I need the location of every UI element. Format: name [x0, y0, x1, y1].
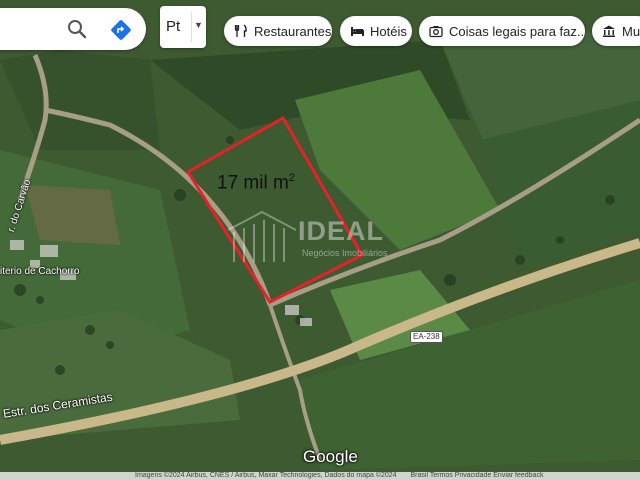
- layer-toggle-divider: [191, 12, 192, 42]
- parcel-area-value: 17 mil m: [217, 172, 289, 194]
- chip-label: Mus: [622, 23, 640, 39]
- attribution-text: Imagens ©2024 Airbus, CNES / Airbus, Max…: [135, 472, 397, 479]
- chip-label: Coisas legais para faz...: [449, 23, 585, 39]
- chip-label: Hotéis: [370, 23, 407, 39]
- google-logo: Google: [303, 447, 358, 466]
- museum-icon: [603, 25, 615, 37]
- chevron-down-icon[interactable]: ▼: [194, 20, 203, 30]
- directions-icon[interactable]: [110, 19, 132, 41]
- layer-toggle-label: Pt: [166, 18, 181, 35]
- chip-label: Restaurantes: [254, 23, 332, 39]
- chip-hotels[interactable]: Hotéis: [340, 16, 412, 46]
- chip-museums[interactable]: Mus: [592, 16, 640, 46]
- camera-icon: [429, 26, 443, 38]
- layer-toggle-button[interactable]: Pt ▼: [160, 6, 206, 48]
- place-label-cemetery[interactable]: iterio de Cachorro: [0, 266, 79, 277]
- road-shield: EA-238: [410, 331, 443, 343]
- watermark-title: IDEAL: [298, 216, 384, 246]
- footer-links[interactable]: Brasil Termos Privacidade Enviar feedbac…: [399, 472, 544, 480]
- parcel-area-unit: 2: [288, 172, 295, 184]
- hotel-icon: [351, 27, 364, 36]
- search-box[interactable]: [0, 8, 146, 50]
- parcel-area-label: 17 mil m2: [217, 172, 295, 194]
- chip-restaurants[interactable]: Restaurantes: [224, 16, 332, 46]
- watermark-subtitle: Negócios Imobiliários: [302, 248, 388, 258]
- attribution-bar: Imagens ©2024 Airbus, CNES / Airbus, Max…: [0, 472, 640, 480]
- field-bare-soil: [25, 185, 120, 245]
- restaurant-icon: [234, 24, 247, 37]
- chip-things-to-do[interactable]: Coisas legais para faz...: [419, 16, 585, 46]
- search-icon[interactable]: [67, 19, 87, 39]
